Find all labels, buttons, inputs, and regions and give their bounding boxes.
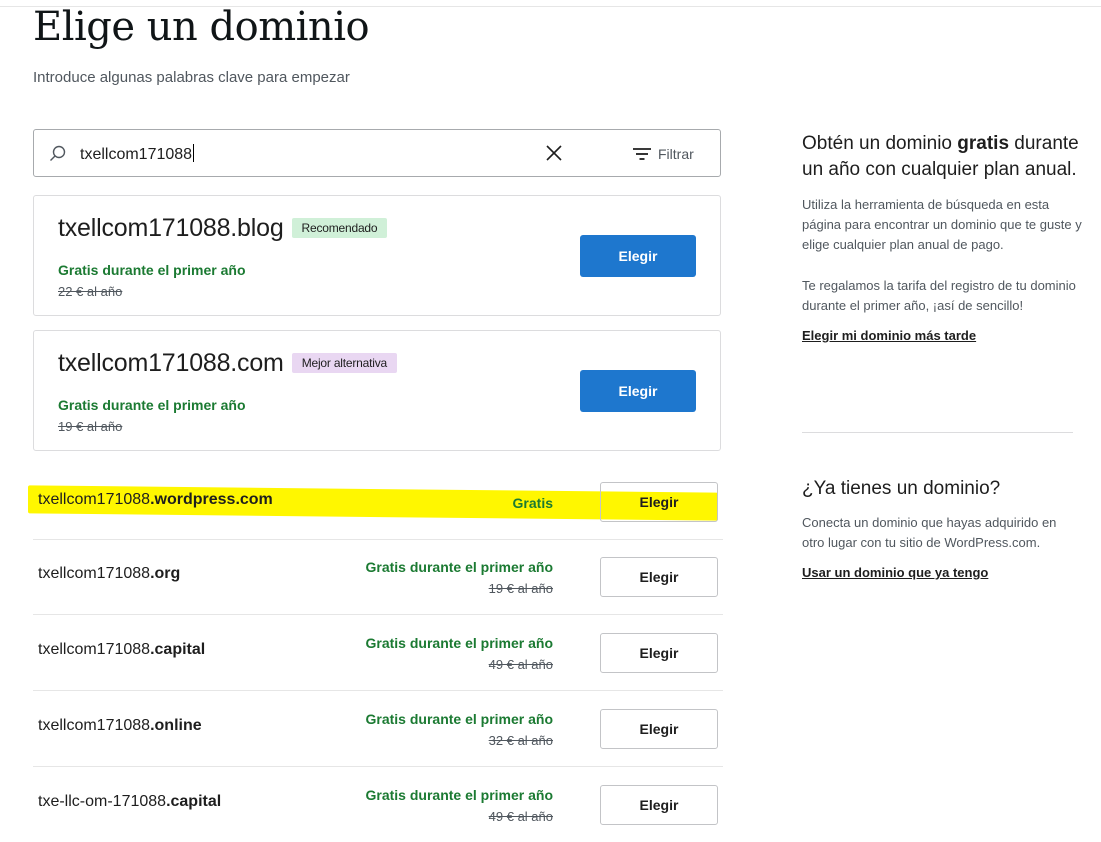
own-domain-section: ¿Ya tienes un dominio? Conecta un domini… bbox=[802, 476, 1082, 580]
free-domain-promo: Obtén un dominio gratis durante un año c… bbox=[802, 131, 1082, 343]
domain-name: txellcom171088.org bbox=[38, 565, 181, 582]
filter-button[interactable]: Filtrar bbox=[632, 144, 694, 164]
choose-button[interactable]: Elegir bbox=[600, 557, 718, 597]
choose-button[interactable]: Elegir bbox=[600, 785, 718, 825]
domain-search-box[interactable]: txellcom171088 Filtrar bbox=[33, 129, 721, 177]
choose-button[interactable]: Elegir bbox=[600, 709, 718, 749]
page-title: Elige un dominio bbox=[33, 4, 370, 50]
use-own-domain-link[interactable]: Usar un dominio que ya tengo bbox=[802, 565, 1082, 580]
promo-text: Utiliza la herramienta de búsqueda en es… bbox=[802, 197, 1082, 252]
domain-result-row: txellcom171088.wordpress.com Gratis Eleg… bbox=[33, 464, 723, 540]
domain-result-row: txellcom171088.online Gratis durante el … bbox=[33, 691, 723, 767]
promo-heading: Obtén un dominio gratis durante un año c… bbox=[802, 133, 1079, 180]
free-label: Gratis durante el primer año bbox=[365, 787, 554, 803]
filter-icon bbox=[633, 148, 651, 160]
free-label: Gratis bbox=[512, 495, 553, 511]
choose-button[interactable]: Elegir bbox=[580, 370, 696, 412]
choose-later-link[interactable]: Elegir mi dominio más tarde bbox=[802, 328, 1082, 343]
old-price: 49 € al año bbox=[488, 657, 553, 672]
promo-text: Te regalamos la tarifa del registro de t… bbox=[802, 278, 1076, 313]
featured-domain-card: txellcom171088.blog Recomendado Gratis du… bbox=[33, 195, 721, 316]
free-label: Gratis durante el primer año bbox=[365, 559, 554, 575]
free-label: Gratis durante el primer año bbox=[365, 711, 554, 727]
domain-name: txellcom171088.capital bbox=[38, 641, 206, 658]
choose-button[interactable]: Elegir bbox=[580, 235, 696, 277]
domain-name: txe-llc-om-171088.capital bbox=[38, 793, 222, 810]
search-input[interactable]: txellcom171088 bbox=[80, 144, 195, 164]
old-price: 19 € al año bbox=[488, 581, 553, 596]
domain-name: txellcom171088.wordpress.com bbox=[38, 491, 273, 508]
domain-name: txellcom171088.online bbox=[38, 717, 202, 734]
filter-label: Filtrar bbox=[658, 146, 694, 162]
close-icon[interactable] bbox=[543, 142, 565, 164]
domain-result-row: txellcom171088.org Gratis durante el pri… bbox=[33, 539, 723, 615]
sidebar-divider bbox=[802, 432, 1073, 433]
old-price: 49 € al año bbox=[488, 809, 553, 824]
old-price: 22 € al año bbox=[58, 284, 123, 299]
domain-name: txellcom171088.blog Recomendado bbox=[58, 214, 388, 243]
old-price: 32 € al año bbox=[488, 733, 553, 748]
recommended-badge: Recomendado bbox=[291, 218, 388, 238]
own-domain-text: Conecta un dominio que hayas adquirido e… bbox=[802, 515, 1057, 550]
choose-button[interactable]: Elegir bbox=[600, 482, 718, 522]
old-price: 19 € al año bbox=[58, 419, 123, 434]
own-domain-heading: ¿Ya tienes un dominio? bbox=[802, 478, 1001, 499]
domain-name: txellcom171088.com Mejor alternativa bbox=[58, 349, 397, 378]
featured-domain-card: txellcom171088.com Mejor alternativa Grat… bbox=[33, 330, 721, 451]
free-label: Gratis durante el primer año bbox=[58, 397, 246, 413]
page-subtitle: Introduce algunas palabras clave para em… bbox=[33, 69, 350, 86]
domain-result-row: txellcom171088.capital Gratis durante el… bbox=[33, 615, 723, 691]
free-label: Gratis durante el primer año bbox=[365, 635, 554, 651]
search-icon bbox=[50, 145, 66, 161]
best-alternative-badge: Mejor alternativa bbox=[291, 353, 397, 373]
free-label: Gratis durante el primer año bbox=[58, 262, 246, 278]
choose-button[interactable]: Elegir bbox=[600, 633, 718, 673]
